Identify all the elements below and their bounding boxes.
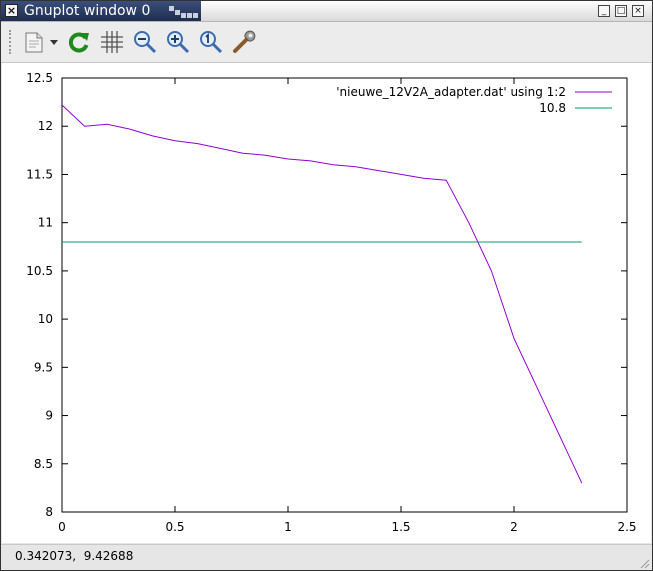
gnuplot-window: × Gnuplot window 0 _ □ × 0 0.5 1 1.5 2 2…: [0, 0, 653, 571]
legend-label-2: 10.8: [539, 101, 566, 115]
status-bar: 0.342073, 9.42688: [1, 544, 652, 570]
replot-button[interactable]: [65, 28, 93, 56]
close-button[interactable]: ×: [632, 5, 644, 17]
x-tick-label: 0: [58, 520, 66, 534]
grid-icon: [101, 31, 123, 53]
window-title: Gnuplot window 0: [24, 3, 151, 19]
zoom-back-icon: [134, 31, 157, 54]
zoom-forward-button[interactable]: [164, 28, 192, 56]
window-menu-icon[interactable]: ×: [5, 4, 18, 17]
line-chart: 0 0.5 1 1.5 2 2.588.599.51010.51111.51212.5 '…: [26, 71, 636, 534]
copy-to-clipboard-button[interactable]: [21, 28, 49, 56]
zoom-back-button[interactable]: [131, 28, 159, 56]
resize-grip-icon[interactable]: [638, 557, 650, 569]
dropdown-arrow-icon: [50, 40, 58, 45]
y-tick-label: 8: [45, 505, 53, 519]
y-tick-label: 12: [38, 119, 53, 133]
toolbar: [1, 22, 652, 63]
minimize-button[interactable]: _: [598, 5, 610, 17]
copy-to-clipboard-icon: [25, 32, 43, 53]
y-tick-label: 11.5: [26, 167, 53, 181]
toolbar-handle[interactable]: [9, 30, 15, 54]
y-tick-label: 9.5: [34, 360, 53, 374]
maximize-button[interactable]: □: [615, 5, 627, 17]
x-tick-label: 1.5: [391, 520, 410, 534]
title-bar[interactable]: × Gnuplot window 0 _ □ ×: [1, 1, 652, 22]
toggle-grid-button[interactable]: [98, 28, 126, 56]
export-menu-button[interactable]: [47, 28, 61, 56]
autoscale-button[interactable]: [197, 28, 225, 56]
title-grip-icon: [169, 6, 198, 18]
title-tab: × Gnuplot window 0: [1, 1, 201, 21]
series-line-1: [61, 104, 583, 484]
x-tick-label: 1: [284, 520, 292, 534]
y-tick-label: 10: [38, 312, 53, 326]
plot-canvas[interactable]: 0 0.5 1 1.5 2 2.5 8 8.5 9 9.5 10 10.5 11 11.5 12 12.5 '…: [2, 63, 651, 543]
autoscale-icon: [200, 31, 223, 54]
y-tick-label: 11: [38, 216, 53, 230]
legend-label-1: 'nieuwe_12V2A_adapter.dat' using 1:2: [336, 85, 566, 99]
y-tick-label: 10.5: [26, 264, 53, 278]
x-tick-label: 0.5: [165, 520, 184, 534]
replot-icon: [68, 32, 89, 53]
y-tick-label: 8.5: [34, 457, 53, 471]
zoom-forward-icon: [167, 31, 190, 54]
x-tick-label: 2: [510, 520, 518, 534]
mouse-coordinates: 0.342073, 9.42688: [15, 549, 134, 563]
settings-button[interactable]: [230, 28, 258, 56]
settings-icon: [233, 30, 256, 53]
y-tick-label: 9: [45, 409, 53, 423]
y-tick-label: 12.5: [26, 71, 53, 85]
x-tick-label: 2.5: [617, 520, 636, 534]
plot-border: [61, 77, 628, 513]
